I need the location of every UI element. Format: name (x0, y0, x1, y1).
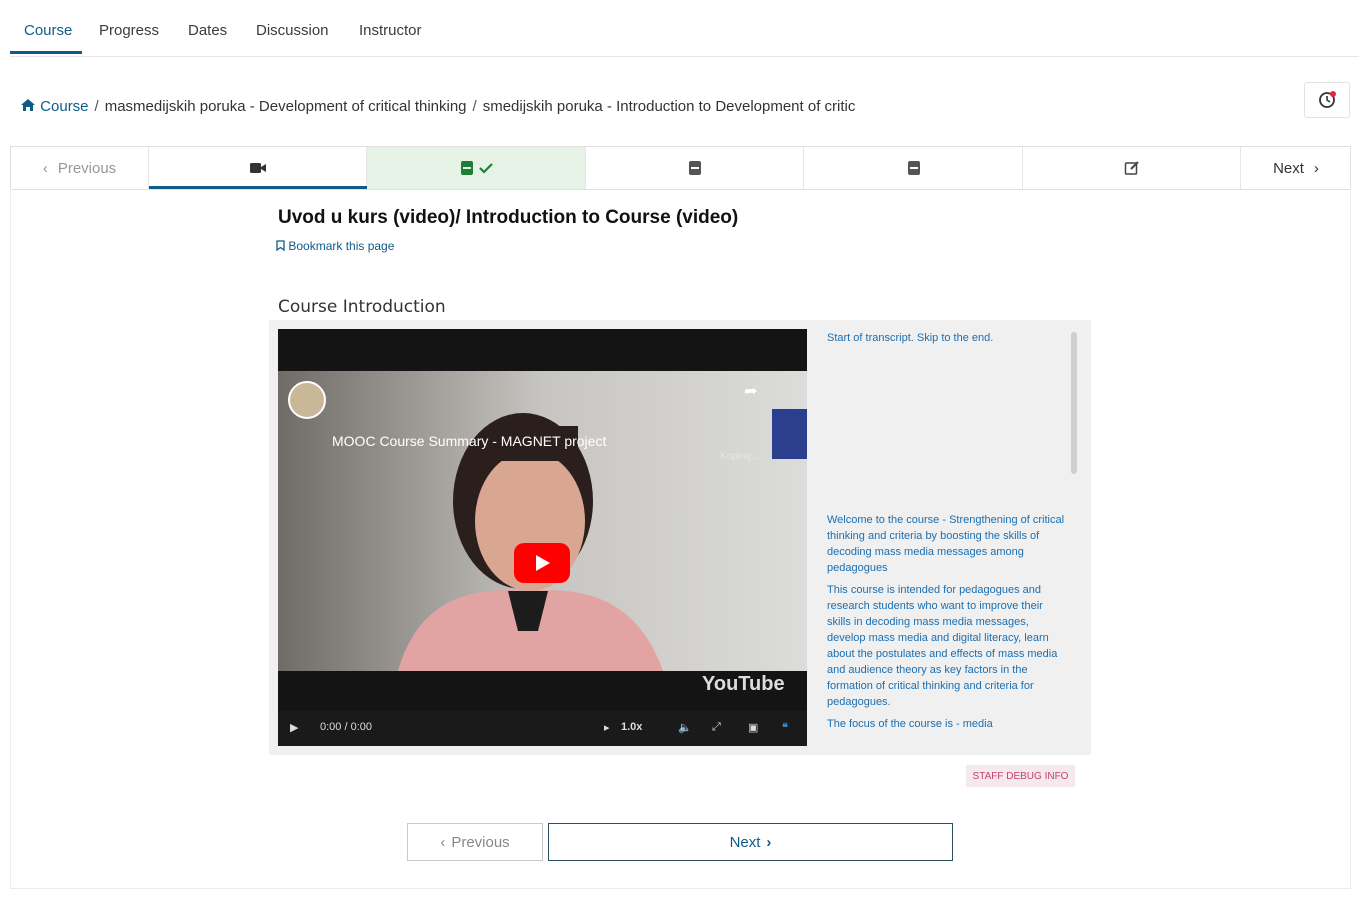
video-frame-image (278, 371, 807, 671)
tab-progress[interactable]: Progress (99, 22, 159, 39)
bookmark-icon (276, 239, 288, 253)
chevron-right-icon: › (1313, 159, 1319, 177)
course-dates-button[interactable] (1304, 82, 1350, 118)
staff-debug-button[interactable]: STAFF DEBUG INFO (966, 765, 1075, 787)
channel-logo (288, 381, 326, 419)
checkmark-icon (479, 163, 493, 174)
course-tabs: Course Progress Dates Discussion Instruc… (10, 0, 1359, 57)
video-controls: ▶ 0:00 / 0:00 ▸ 1.0x 🔈 ⤢ ▣ ❝ (278, 711, 807, 746)
previous-button[interactable]: ‹ Previous (407, 823, 543, 861)
bookmark-label: Bookmark this page (288, 239, 395, 253)
play-icon[interactable]: ▶ (290, 721, 298, 734)
next-button[interactable]: Next › (548, 823, 953, 861)
video-time: 0:00 / 0:00 (320, 721, 372, 733)
transcript-scrollbar[interactable] (1071, 332, 1077, 474)
sequence-previous-button[interactable]: ‹ Previous (11, 147, 148, 189)
sequence-next-label: Next (1273, 159, 1304, 177)
video-player[interactable]: MOOC Course Summary - MAGNET project ➦ K… (278, 329, 807, 746)
next-label: Next (729, 833, 761, 851)
edit-icon (1124, 161, 1139, 175)
sequence-next-button[interactable]: Next › (1240, 147, 1351, 189)
unit-tab-video[interactable] (148, 147, 367, 189)
video-camera-icon (250, 163, 266, 173)
unit-tab-problem[interactable] (803, 147, 1023, 189)
captions-icon[interactable]: ▣ (748, 721, 758, 734)
share-label: Kopiraj... (720, 451, 760, 462)
breadcrumb: Course / masmedijskih poruka - Development… (20, 98, 855, 115)
chevron-left-icon: ‹ (440, 833, 446, 851)
unit-tab-edit[interactable] (1022, 147, 1241, 189)
play-button[interactable] (514, 543, 570, 583)
video-thumbnail: MOOC Course Summary - MAGNET project ➦ K… (278, 371, 807, 695)
tab-discussion[interactable]: Discussion (256, 22, 329, 39)
transcript-skip-link[interactable]: Start of transcript. Skip to the end. (827, 330, 1067, 346)
chevron-right-icon: › (766, 833, 772, 851)
transcript-line[interactable]: This course is intended for pedagogues a… (827, 582, 1067, 710)
clock-icon (1319, 91, 1336, 108)
home-icon (20, 98, 40, 115)
share-icon[interactable]: ➦ (744, 381, 757, 401)
breadcrumb-separator: / (94, 98, 99, 115)
sequence-nav: ‹ Previous Next › (10, 146, 1351, 190)
fullscreen-icon[interactable]: ⤢ (712, 721, 721, 734)
transcript-line[interactable]: The focus of the course is - media (827, 716, 1067, 732)
previous-label: Previous (451, 833, 510, 851)
volume-icon[interactable]: 🔈 (678, 721, 692, 734)
problem-icon (461, 161, 473, 175)
section-title: Course Introduction (278, 297, 446, 317)
unit-tab-problem[interactable] (585, 147, 804, 189)
youtube-logo[interactable]: YouTube (702, 673, 785, 696)
breadcrumb-separator: / (472, 98, 477, 115)
unit-title: Uvod u kurs (video)/ Introduction to Cou… (278, 207, 739, 228)
breadcrumb-item-subsection[interactable]: smedijskih poruka - Introduction to Deve… (483, 98, 856, 115)
problem-icon (907, 161, 920, 175)
tab-instructor[interactable]: Instructor (359, 22, 422, 39)
transcript-panel[interactable]: Start of transcript. Skip to the end. We… (827, 330, 1067, 748)
chevron-left-icon: ‹ (42, 159, 48, 177)
active-tab-indicator (10, 51, 82, 54)
bookmark-button[interactable]: Bookmark this page (276, 239, 394, 253)
tab-dates[interactable]: Dates (188, 22, 227, 39)
problem-icon (689, 161, 701, 175)
play-icon (536, 555, 550, 571)
transcript-line[interactable]: Welcome to the course - Strengthening of… (827, 512, 1067, 576)
sequence-previous-label: Previous (57, 159, 117, 177)
breadcrumb-course-link[interactable]: Course (40, 98, 88, 115)
speed-arrow-icon[interactable]: ▸ (604, 721, 610, 734)
unit-tab-problem-completed[interactable] (366, 147, 586, 189)
video-title[interactable]: MOOC Course Summary - MAGNET project (332, 433, 606, 449)
tab-course[interactable]: Course (24, 22, 72, 39)
transcript-toggle-icon[interactable]: ❝ (782, 721, 788, 734)
playback-speed[interactable]: 1.0x (621, 721, 642, 733)
breadcrumb-item-section[interactable]: masmedijskih poruka - Development of cri… (105, 98, 467, 115)
